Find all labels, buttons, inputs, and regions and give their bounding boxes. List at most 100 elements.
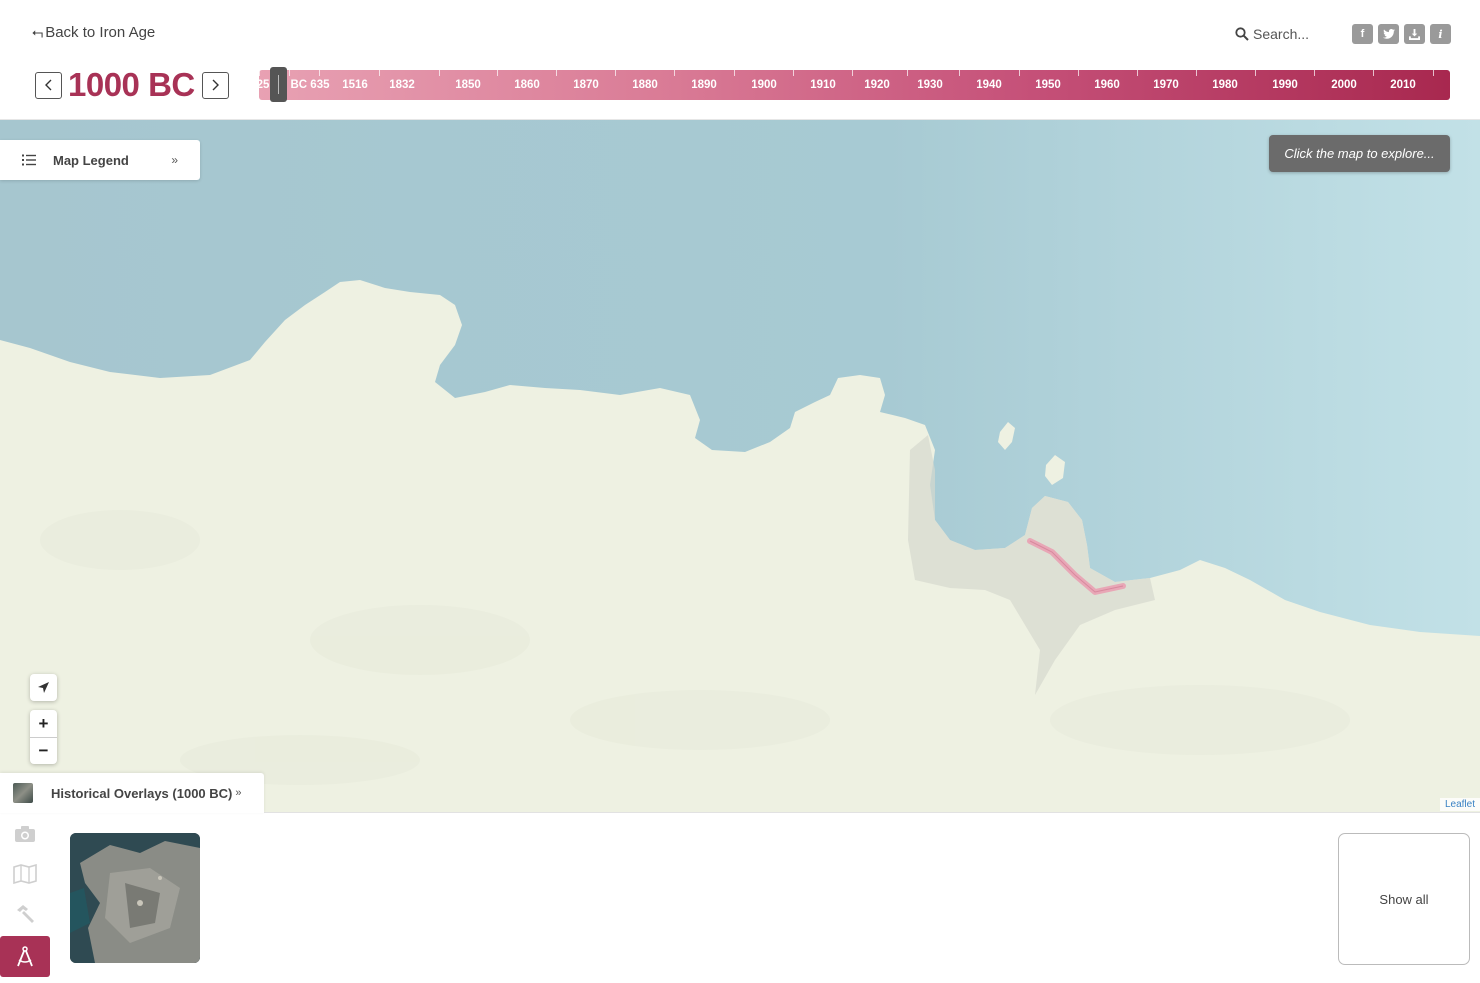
timeline-tick[interactable]: 1970 bbox=[1153, 70, 1192, 100]
timeline-tick-mark bbox=[259, 70, 260, 76]
timeline-tick[interactable]: 2000 bbox=[1331, 70, 1370, 100]
map-tiles bbox=[0, 120, 1480, 812]
timeline-tick-mark bbox=[1314, 70, 1315, 76]
timeline-tick[interactable]: 1960 bbox=[1094, 70, 1133, 100]
leaflet-attribution[interactable]: Leaflet bbox=[1439, 798, 1480, 811]
overlay-thumbnail-card[interactable] bbox=[70, 833, 200, 963]
timeline-tick-label: 1910 bbox=[810, 79, 836, 91]
overlay-thumbnail-icon bbox=[13, 783, 33, 803]
historical-overlays-tab[interactable]: Historical Overlays (1000 BC) » bbox=[0, 773, 264, 813]
timeline-tick[interactable]: 1990 bbox=[1272, 70, 1311, 100]
timeline-tick-mark bbox=[852, 70, 853, 76]
timeline-tick-label: 1850 bbox=[455, 79, 481, 91]
show-all-button[interactable]: Show all bbox=[1338, 833, 1470, 965]
timeline-tick-mark bbox=[674, 70, 675, 76]
timeline-tick[interactable]: 1950 bbox=[1035, 70, 1074, 100]
timeline-tick-label: 1880 bbox=[632, 79, 658, 91]
aerial-thumbnail-image bbox=[70, 833, 200, 963]
timeline-tick-label: 1970 bbox=[1153, 79, 1179, 91]
search-label: Search... bbox=[1253, 26, 1310, 42]
zoom-in-button[interactable]: + bbox=[30, 710, 57, 737]
timeline-tick-label: 1516 bbox=[342, 79, 368, 91]
search-button[interactable]: Search... bbox=[1235, 26, 1309, 42]
timeline-tick-mark bbox=[793, 70, 794, 76]
timeline-tick-mark bbox=[1078, 70, 1079, 76]
timeline-tick-mark bbox=[1019, 70, 1020, 76]
timeline-tick-label: 1890 bbox=[691, 79, 717, 91]
camera-icon[interactable] bbox=[12, 822, 38, 846]
back-link[interactable]: ⮢ Back to Iron Age bbox=[32, 24, 155, 41]
timeline-tick[interactable]: 1860 bbox=[514, 70, 553, 100]
search-icon bbox=[1235, 27, 1249, 41]
map-icon[interactable] bbox=[12, 862, 38, 886]
location-arrow-icon bbox=[38, 682, 49, 693]
info-icon[interactable]: i bbox=[1430, 24, 1451, 44]
timeline-tick-label: 1900 bbox=[751, 79, 777, 91]
timeline-tick[interactable]: 1940 bbox=[976, 70, 1015, 100]
timeline-tick-mark bbox=[1373, 70, 1374, 76]
timeline-tick-label: 1920 bbox=[864, 79, 890, 91]
timeline-tick-mark bbox=[439, 70, 440, 76]
map-legend-label: Map Legend bbox=[53, 152, 129, 168]
hammer-icon[interactable] bbox=[12, 902, 38, 926]
timeline-tick-mark bbox=[615, 70, 616, 76]
compass-icon[interactable] bbox=[0, 936, 50, 977]
zoom-out-button[interactable]: − bbox=[30, 737, 57, 764]
timeline-tick-label: 1870 bbox=[573, 79, 599, 91]
next-year-button[interactable] bbox=[201, 71, 229, 99]
timeline-handle[interactable] bbox=[270, 67, 287, 102]
timeline-tick-mark bbox=[734, 70, 735, 76]
timeline-tick[interactable]: 1920 bbox=[864, 70, 903, 100]
explore-hint: Click the map to explore... bbox=[1269, 135, 1450, 172]
timeline-tick[interactable]: 1880 bbox=[632, 70, 671, 100]
social-buttons: f i bbox=[1352, 24, 1451, 44]
zoom-control: + − bbox=[30, 710, 57, 764]
timeline-tick[interactable]: 1890 bbox=[691, 70, 730, 100]
timeline-tick[interactable]: 1832 bbox=[389, 70, 428, 100]
prev-year-button[interactable] bbox=[35, 71, 62, 99]
timeline-tick[interactable]: 1910 bbox=[810, 70, 849, 100]
map-legend-button[interactable]: Map Legend » bbox=[0, 140, 200, 180]
timeline-tick-label: 1960 bbox=[1094, 79, 1120, 91]
timeline-tick[interactable]: 1900 bbox=[751, 70, 790, 100]
download-icon[interactable] bbox=[1404, 24, 1425, 44]
timeline-tick-label: 1940 bbox=[976, 79, 1002, 91]
timeline-tick-label: 1832 bbox=[389, 79, 415, 91]
timeline-tick[interactable]: 1930 bbox=[917, 70, 956, 100]
locate-button[interactable] bbox=[30, 674, 57, 701]
timeline-bar[interactable]: 25 BC 635 1516 1832 1850 1860 1870 1880 1890 1900… bbox=[259, 70, 1450, 100]
timeline-tick-label: 1930 bbox=[917, 79, 943, 91]
timeline-tick-mark bbox=[1433, 70, 1434, 76]
timeline-tick-label: 1980 bbox=[1212, 79, 1238, 91]
timeline-tick-mark bbox=[959, 70, 960, 76]
timeline-tick[interactable]: 1980 bbox=[1212, 70, 1251, 100]
back-arrow-icon: ⮢ bbox=[32, 24, 44, 40]
back-label: Back to Iron Age bbox=[45, 24, 156, 41]
timeline-tick-label: 1990 bbox=[1272, 79, 1298, 91]
timeline-tick-mark bbox=[1137, 70, 1138, 76]
timeline-tick-label: 2000 bbox=[1331, 79, 1357, 91]
chevron-right-icon bbox=[212, 79, 220, 91]
header: ⮢ Back to Iron Age Search... f i 1000 BC… bbox=[0, 0, 1480, 120]
timeline-tick[interactable]: 2010 bbox=[1390, 70, 1429, 100]
timeline-tick-label: 25 bbox=[259, 79, 270, 91]
timeline-tick-mark bbox=[907, 70, 908, 76]
map-canvas[interactable] bbox=[0, 120, 1480, 812]
timeline-tick-label: 1950 bbox=[1035, 79, 1061, 91]
timeline-tick-mark bbox=[497, 70, 498, 76]
timeline-tick-label: 2010 bbox=[1390, 79, 1416, 91]
chevron-double-down-icon: » bbox=[235, 787, 242, 799]
timeline-tick-label: BC 635 bbox=[290, 79, 330, 91]
twitter-icon[interactable] bbox=[1378, 24, 1399, 44]
timeline-tick-mark bbox=[289, 70, 290, 76]
facebook-icon[interactable]: f bbox=[1352, 24, 1373, 44]
bottom-panel bbox=[0, 812, 1480, 983]
list-icon bbox=[22, 154, 36, 166]
timeline-tick-label: 1860 bbox=[514, 79, 540, 91]
current-year-title: 1000 BC bbox=[68, 66, 195, 103]
timeline-tick-mark bbox=[556, 70, 557, 76]
timeline-tick[interactable]: 1870 bbox=[573, 70, 612, 100]
timeline-tick[interactable]: 1850 bbox=[455, 70, 494, 100]
overlay-tab-label: Historical Overlays (1000 BC) bbox=[51, 785, 233, 801]
timeline-tick[interactable]: 1516 bbox=[342, 70, 381, 100]
